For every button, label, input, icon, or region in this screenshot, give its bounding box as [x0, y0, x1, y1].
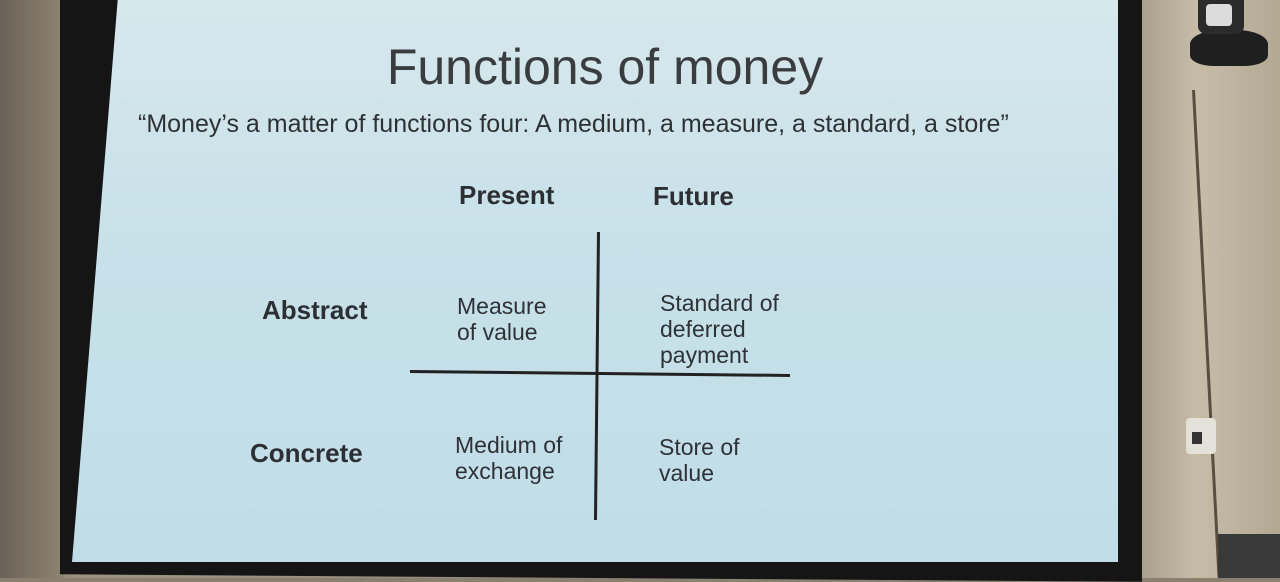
wall-socket [1186, 418, 1216, 454]
camera-mount [1190, 30, 1268, 66]
cell-concrete-future: Store of value [659, 434, 740, 486]
cell-abstract-future: Standard of deferred payment [660, 290, 779, 368]
cell-abstract-present: Measure of value [457, 293, 547, 345]
right-wall [1140, 0, 1280, 578]
camera-device [1190, 0, 1268, 68]
camera-lens [1206, 4, 1232, 26]
radiator [1218, 534, 1280, 578]
slide-quote: “Money’s a matter of functions four: A m… [138, 110, 1009, 138]
left-wall [0, 0, 64, 578]
slide-title: Functions of money [386, 39, 824, 95]
cell-concrete-present: Medium of exchange [455, 432, 563, 484]
socket-hole [1192, 432, 1202, 444]
row-header-concrete: Concrete [250, 438, 363, 468]
row-header-abstract: Abstract [262, 295, 368, 325]
column-header-future: Future [653, 181, 734, 211]
column-header-present: Present [459, 180, 555, 210]
